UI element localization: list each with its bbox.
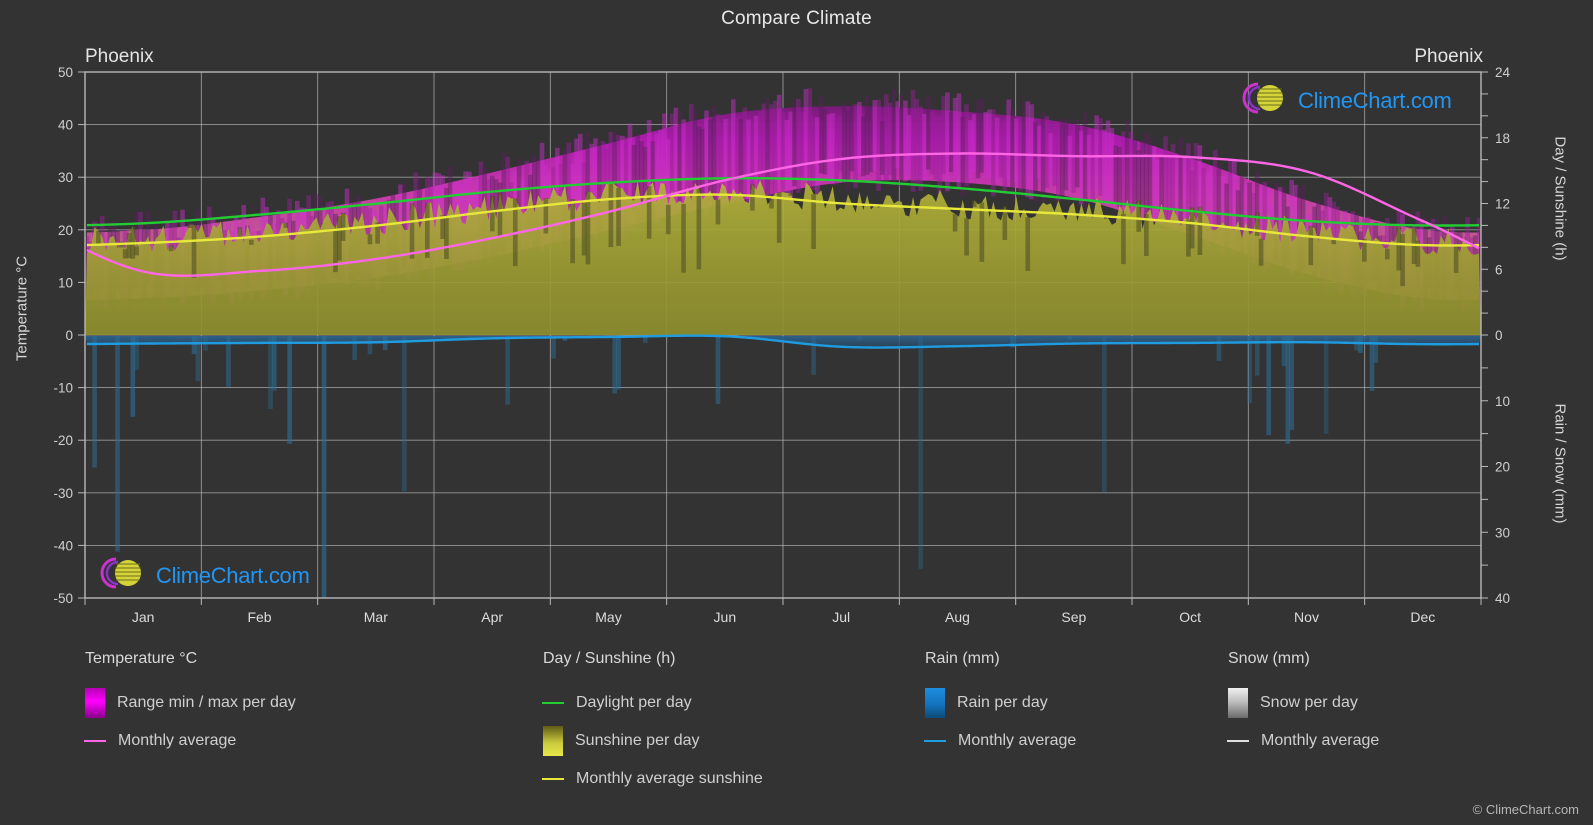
legend-heading-snow: Snow (mm) — [1228, 650, 1310, 667]
svg-text:Feb: Feb — [247, 609, 271, 625]
legend-item-rain-average[interactable]: Monthly average — [924, 722, 1077, 760]
svg-text:0: 0 — [1495, 328, 1503, 343]
svg-text:Jan: Jan — [132, 609, 155, 625]
svg-text:May: May — [595, 609, 621, 625]
svg-text:40: 40 — [58, 118, 73, 133]
svg-text:30: 30 — [58, 170, 73, 185]
svg-text:30: 30 — [1495, 525, 1510, 540]
svg-text:Jul: Jul — [832, 609, 850, 625]
snow-swatch-icon — [1228, 688, 1248, 718]
snow-average-line-icon — [1227, 740, 1249, 742]
svg-text:24: 24 — [1495, 65, 1511, 80]
legend-item-snow-average[interactable]: Monthly average — [1227, 722, 1380, 760]
svg-text:10: 10 — [58, 275, 73, 290]
temp-range-swatch-icon — [85, 688, 105, 718]
legend-label-snow-per-day: Snow per day — [1260, 694, 1358, 711]
svg-text:Oct: Oct — [1179, 609, 1201, 625]
svg-text:Jun: Jun — [714, 609, 737, 625]
svg-text:Nov: Nov — [1294, 609, 1319, 625]
legend-group-snow: Snow (mm) Snow per day Monthly average — [1227, 650, 1380, 760]
rain-average-line-icon — [924, 740, 946, 742]
legend-label-sunshine-average: Monthly average sunshine — [576, 770, 763, 787]
legend-group-daysunshine: Day / Sunshine (h) Daylight per day Suns… — [542, 650, 763, 798]
sunshine-swatch-icon — [543, 726, 563, 756]
svg-text:10: 10 — [1495, 394, 1510, 409]
legend-heading-temperature: Temperature °C — [85, 650, 198, 667]
climate-chart-page: Compare Climate Phoenix Phoenix Temperat… — [0, 0, 1593, 825]
legend-item-sunshine[interactable]: Sunshine per day — [543, 722, 763, 760]
legend-item-temp-average[interactable]: Monthly average — [84, 722, 296, 760]
temp-average-line-icon — [84, 740, 106, 742]
svg-text:-10: -10 — [53, 381, 73, 396]
legend-item-snow-per-day[interactable]: Snow per day — [1228, 684, 1379, 722]
legend-group-temperature: Temperature °C Range min / max per day M… — [84, 650, 296, 760]
svg-text:Mar: Mar — [364, 609, 388, 625]
legend-label-daylight: Daylight per day — [576, 694, 692, 711]
svg-text:20: 20 — [58, 223, 73, 238]
legend-group-rain: Rain (mm) Rain per day Monthly average — [924, 650, 1077, 760]
copyright-text: © ClimeChart.com — [1472, 802, 1579, 817]
svg-text:-40: -40 — [53, 538, 73, 553]
svg-text:Apr: Apr — [481, 609, 503, 625]
svg-text:18: 18 — [1495, 131, 1510, 146]
legend-heading-rain: Rain (mm) — [925, 650, 1000, 667]
legend-label-temp-range: Range min / max per day — [117, 694, 296, 711]
climate-plot: 50 40 30 20 10 0 -10 -20 -30 -40 -50 24 18 12 6 0 10 20 30… — [53, 65, 1511, 625]
legend-label-sunshine: Sunshine per day — [575, 732, 700, 749]
sunshine-average-line-icon — [542, 778, 564, 780]
legend-item-rain-per-day[interactable]: Rain per day — [925, 684, 1076, 722]
legend-label-temp-average: Monthly average — [118, 732, 237, 749]
legend-item-daylight[interactable]: Daylight per day — [542, 684, 763, 722]
legend-label-rain-per-day: Rain per day — [957, 694, 1048, 711]
svg-text:0: 0 — [65, 328, 73, 343]
legend-item-sunshine-average[interactable]: Monthly average sunshine — [542, 760, 763, 798]
legend-label-snow-average: Monthly average — [1261, 732, 1380, 749]
svg-text:12: 12 — [1495, 197, 1510, 212]
svg-text:-30: -30 — [53, 486, 73, 501]
rain-swatch-icon — [925, 688, 945, 718]
legend-label-rain-average: Monthly average — [958, 732, 1077, 749]
svg-text:Dec: Dec — [1410, 609, 1435, 625]
legend-item-temp-range[interactable]: Range min / max per day — [85, 684, 296, 722]
svg-text:50: 50 — [58, 65, 73, 80]
legend-heading-daysunshine: Day / Sunshine (h) — [543, 650, 676, 667]
svg-text:Sep: Sep — [1061, 609, 1086, 625]
daylight-line-icon — [542, 702, 564, 704]
svg-text:6: 6 — [1495, 262, 1503, 277]
svg-text:-20: -20 — [53, 433, 73, 448]
chart-legend: Temperature °C Range min / max per day M… — [0, 650, 1593, 825]
svg-text:20: 20 — [1495, 460, 1510, 475]
svg-text:Aug: Aug — [945, 609, 970, 625]
svg-text:40: 40 — [1495, 591, 1510, 606]
svg-text:-50: -50 — [53, 591, 73, 606]
month-labels: Jan Feb Mar Apr May Jun Jul Aug Sep Oct Nov Dec — [132, 609, 1435, 625]
